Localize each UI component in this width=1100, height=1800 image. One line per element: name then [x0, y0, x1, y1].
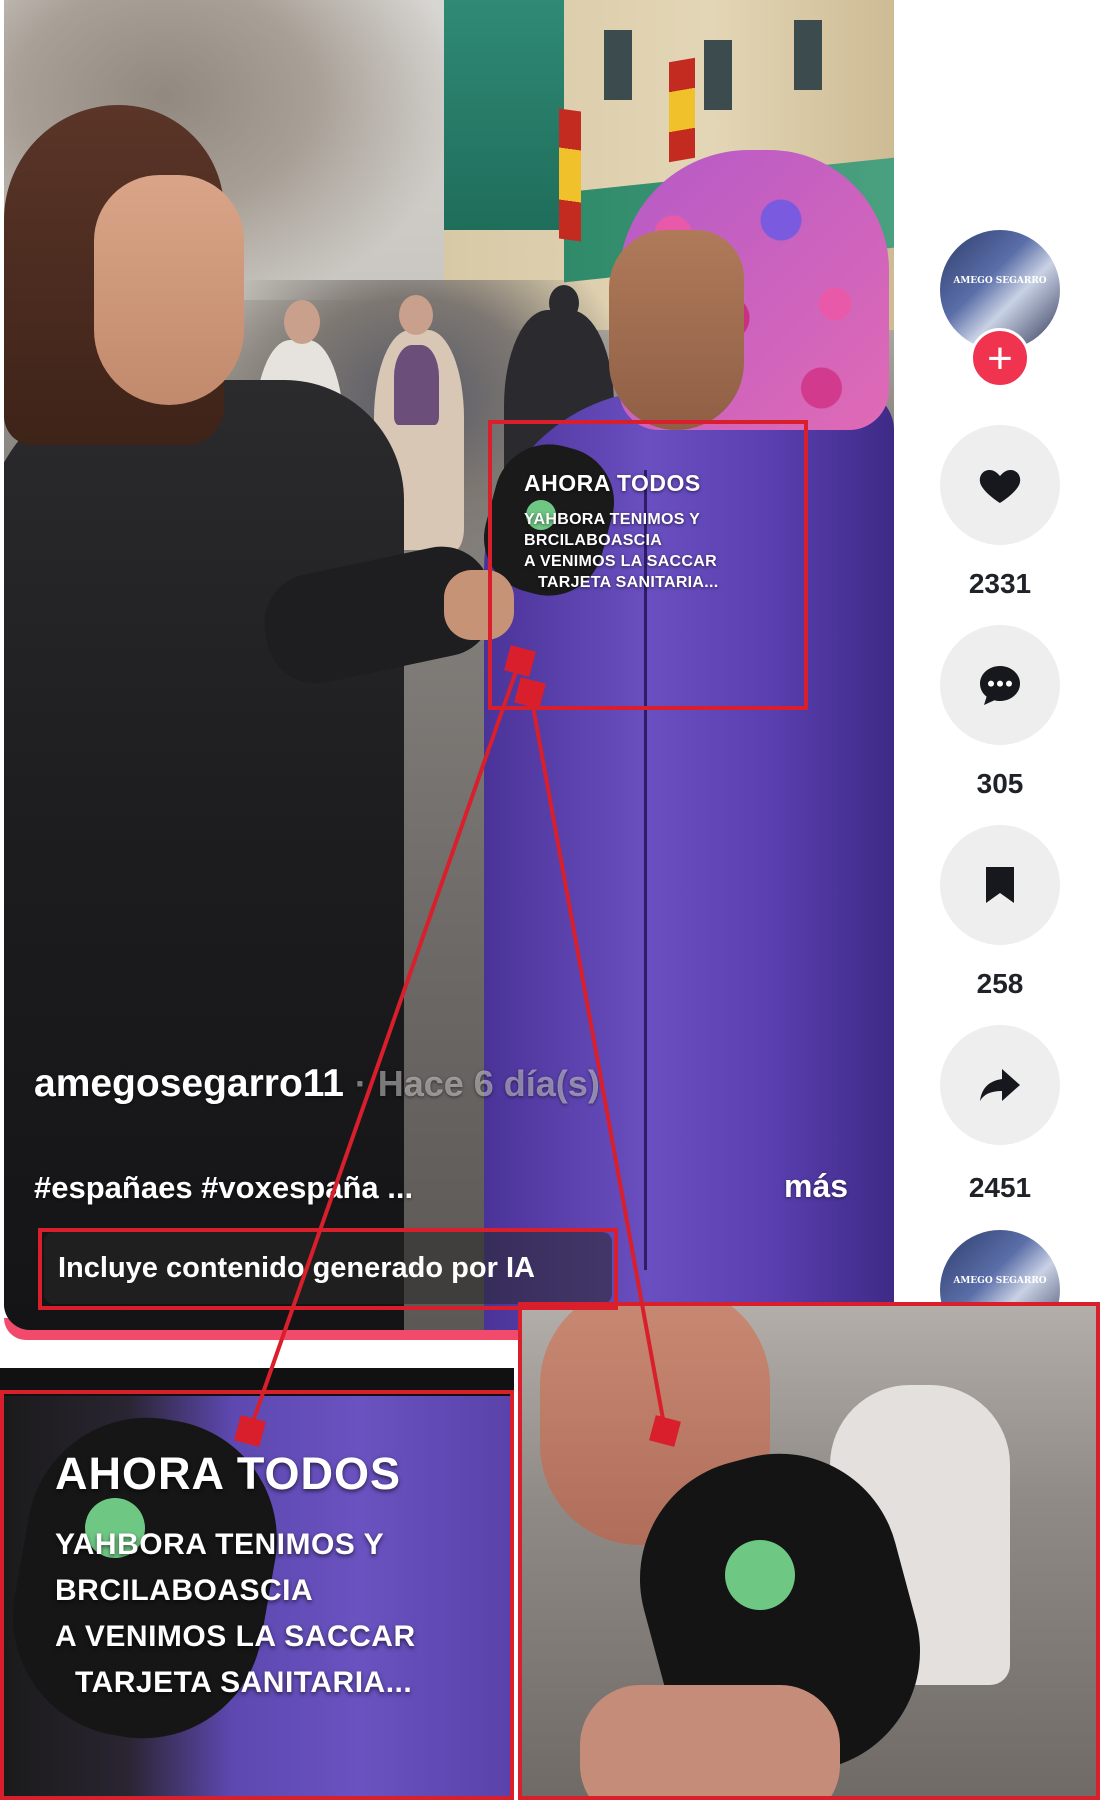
zoom-hand	[580, 1685, 840, 1800]
zoom-caption-line: TARJETA SANITARIA...	[75, 1666, 413, 1699]
post-meta: amegosegarro11 · Hace 6 día(s)	[34, 1062, 600, 1106]
comment-count: 305	[976, 768, 1024, 799]
meta-separator: ·	[354, 1063, 367, 1104]
follow-button[interactable]: +	[970, 328, 1030, 388]
comment-icon	[980, 666, 1020, 705]
bookmark-icon	[986, 867, 1014, 903]
video-player[interactable]: AHORA TODOS YAHBORA TENIMOS Y BRCILABOAS…	[4, 0, 894, 1330]
bg-person-head	[549, 285, 579, 321]
avatar-text: AMEGO SEGARRO	[953, 276, 1047, 286]
caption-line: BRCILABOASCIA	[524, 532, 663, 549]
reporter-face	[94, 175, 244, 405]
flag	[559, 108, 581, 242]
caption-line: YAHBORA TENIMOS Y	[524, 511, 701, 528]
flag	[669, 57, 695, 163]
username-link[interactable]: amegosegarro11	[34, 1062, 344, 1105]
zoom-caption: AHORA TODOS YAHBORA TENIMOS Y BRCILABOAS…	[55, 1448, 495, 1700]
like-count: 2331	[968, 568, 1032, 599]
woman-face	[609, 230, 744, 430]
caption-line: A VENIMOS LA SACCAR	[524, 553, 717, 570]
bookmark-button[interactable]	[940, 825, 1060, 945]
caption-heading: AHORA TODOS	[524, 470, 701, 496]
action-rail: AMEGO SEGARRO + 2331 305 258 2451 AMEGO …	[930, 220, 1070, 1350]
bg-person-head	[284, 300, 320, 344]
building-window	[604, 30, 632, 100]
zoom-caption-heading: AHORA TODOS	[55, 1448, 402, 1499]
post-time: Hace 6 día(s)	[377, 1063, 600, 1104]
share-count: 2451	[968, 1172, 1032, 1203]
bg-person-head	[399, 295, 433, 335]
zoom-inset-microphone-closeup	[520, 1305, 1100, 1800]
bookmark-count: 258	[976, 968, 1024, 999]
zoom-mic-logo	[725, 1540, 795, 1610]
building-window	[794, 20, 822, 90]
share-icon	[980, 1069, 1020, 1101]
bg-backpack	[394, 345, 439, 425]
building-window	[704, 40, 732, 110]
heart-icon	[979, 470, 1021, 503]
video-building-green	[444, 0, 564, 230]
like-button[interactable]	[940, 425, 1060, 545]
ai-caption-overlay: AHORA TODOS YAHBORA TENIMOS Y BRCILABOAS…	[524, 470, 784, 592]
zoom-caption-line: YAHBORA TENIMOS Y	[55, 1528, 385, 1561]
zoom-caption-line: A VENIMOS LA SACCAR	[55, 1620, 416, 1653]
caption-line: TARJETA SANITARIA...	[538, 574, 719, 591]
share-button[interactable]	[940, 1025, 1060, 1145]
more-link[interactable]: más	[784, 1168, 848, 1205]
zoom-caption-line: BRCILABOASCIA	[55, 1574, 314, 1607]
comment-button[interactable]	[940, 625, 1060, 745]
hashtags[interactable]: #españaes #voxespaña ...	[34, 1170, 413, 1206]
ai-generated-label: Incluye contenido generado por IA	[44, 1232, 612, 1304]
page: AHORA TODOS YAHBORA TENIMOS Y BRCILABOAS…	[0, 0, 1100, 1800]
reporter-hand	[444, 570, 514, 640]
avatar-text: AMEGO SEGARRO	[953, 1276, 1047, 1286]
